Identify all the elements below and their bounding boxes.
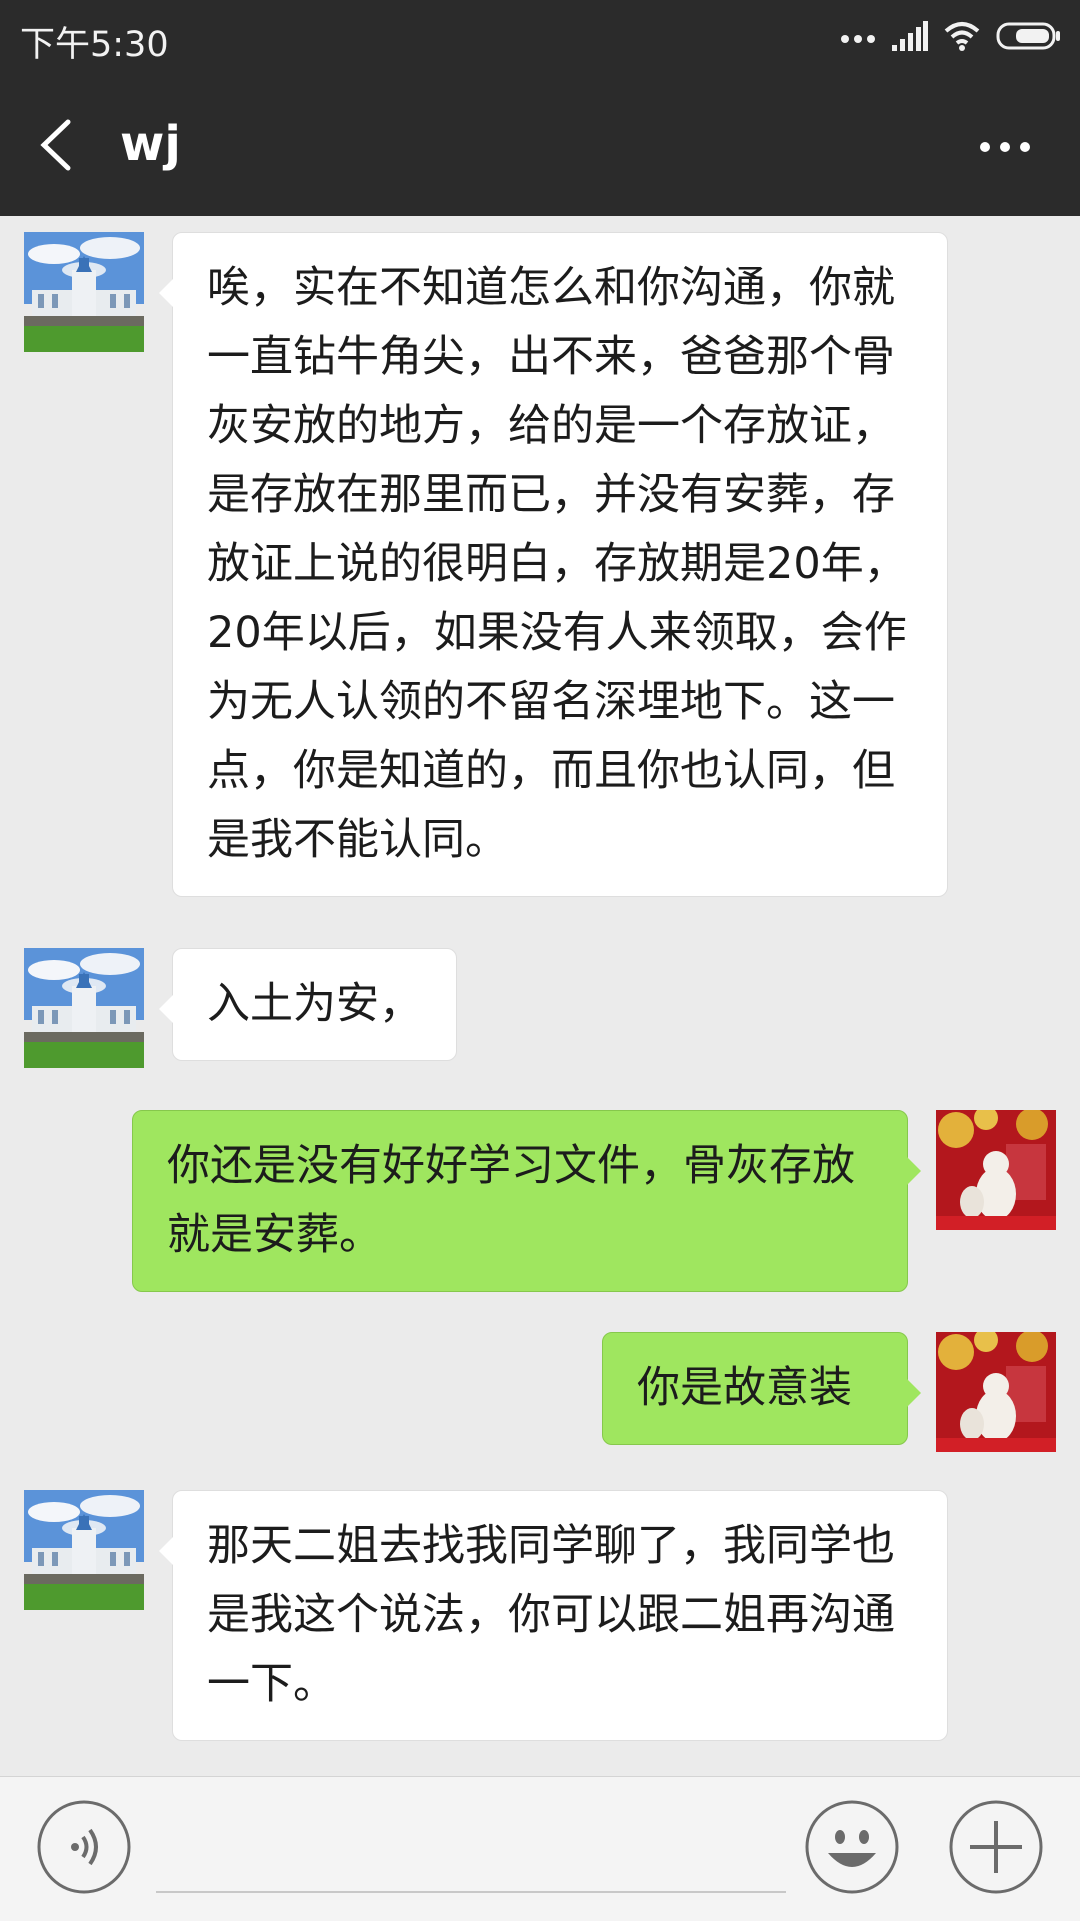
contact-avatar[interactable] — [24, 948, 144, 1068]
message-bubble[interactable]: 你是故意装 — [602, 1332, 921, 1445]
status-icons — [840, 20, 1062, 56]
voice-button[interactable] — [36, 1799, 132, 1895]
self-avatar[interactable] — [936, 1332, 1056, 1452]
message-bubble[interactable]: 那天二姐去找我同学聊了，我同学也是我这个说法，你可以跟二姐再沟通一下。 — [159, 1490, 948, 1741]
back-button[interactable] — [34, 114, 94, 176]
emoji-button[interactable] — [804, 1799, 900, 1895]
contact-avatar[interactable] — [24, 1490, 144, 1610]
chat-title: wj — [120, 116, 181, 172]
signal-icon — [892, 21, 928, 55]
message-input[interactable] — [156, 1805, 786, 1893]
status-time: 下午5:30 — [20, 25, 169, 65]
wifi-icon — [944, 21, 980, 55]
more-button[interactable] — [970, 122, 1040, 172]
more-horizontal-icon — [980, 142, 1030, 152]
emoji-icon — [805, 1800, 899, 1894]
chevron-left-icon — [40, 119, 71, 171]
message-bubble[interactable]: 唉，实在不知道怎么和你沟通，你就一直钻牛角尖，出不来，爸爸那个骨灰安放的地方，给… — [159, 232, 948, 897]
dots-icon — [840, 29, 876, 48]
message-text: 那天二姐去找我同学聊了，我同学也是我这个说法，你可以跟二姐再沟通一下。 — [207, 1521, 895, 1709]
message-text: 入土为安， — [207, 979, 422, 1029]
self-avatar[interactable] — [936, 1110, 1056, 1230]
message-text: 唉，实在不知道怎么和你沟通，你就一直钻牛角尖，出不来，爸爸那个骨灰安放的地方，给… — [207, 263, 907, 865]
message-text: 你还是没有好好学习文件，骨灰存放就是安葬。 — [167, 1141, 855, 1260]
input-bar — [0, 1776, 1080, 1921]
message-bubble[interactable]: 你还是没有好好学习文件，骨灰存放就是安葬。 — [132, 1110, 921, 1292]
battery-icon — [996, 21, 1062, 55]
more-functions-button[interactable] — [948, 1799, 1044, 1895]
voice-icon — [37, 1800, 131, 1894]
message-text: 你是故意装 — [637, 1363, 852, 1413]
status-bar: 下午5:30 — [0, 0, 1080, 74]
contact-avatar[interactable] — [24, 232, 144, 352]
message-bubble[interactable]: 入土为安， — [159, 948, 457, 1061]
chat-header: wj — [0, 74, 1080, 216]
chat-messages: 唉，实在不知道怎么和你沟通，你就一直钻牛角尖，出不来，爸爸那个骨灰安放的地方，给… — [0, 216, 1080, 1776]
plus-icon — [949, 1800, 1043, 1894]
